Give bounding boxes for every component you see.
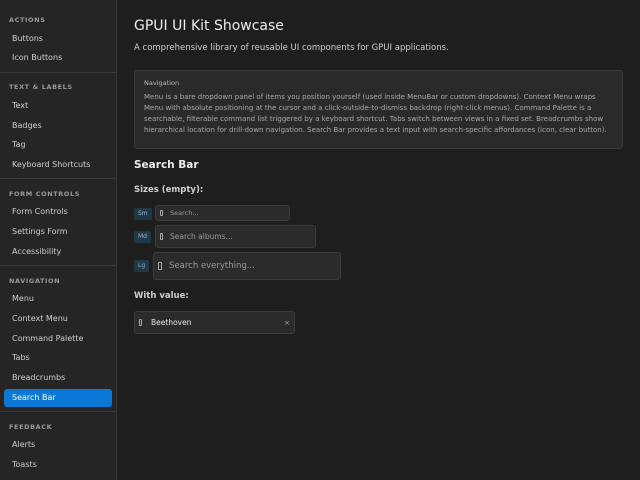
sidebar-item-alerts[interactable]: Alerts xyxy=(4,436,112,454)
size-badge-lg: Lg xyxy=(134,260,150,272)
search-icon xyxy=(160,210,163,216)
sidebar-divider xyxy=(0,411,116,412)
search-input-md[interactable]: Search albums... xyxy=(155,225,316,248)
search-placeholder: Search... xyxy=(170,209,199,217)
search-input-with-value[interactable]: Beethoven × xyxy=(134,311,295,334)
search-placeholder: Search everything... xyxy=(169,261,255,271)
size-badge-sm: Sm xyxy=(134,208,152,220)
section-label-text-labels: TEXT & LABELS xyxy=(9,83,73,91)
size-badge-md: Md xyxy=(134,231,151,243)
sidebar-divider xyxy=(0,265,116,266)
sidebar-item-badges[interactable]: Badges xyxy=(4,117,112,135)
search-input-sm[interactable]: Search... xyxy=(155,205,290,221)
search-value: Beethoven xyxy=(151,318,192,327)
search-icon xyxy=(139,319,142,326)
with-value-heading: With value: xyxy=(134,291,189,301)
clear-icon[interactable]: × xyxy=(284,319,290,327)
search-icon xyxy=(158,262,162,270)
sidebar-item-command-palette[interactable]: Command Palette xyxy=(4,330,112,348)
info-text: Menu is a bare dropdown panel of items y… xyxy=(144,93,607,134)
sidebar-item-menu[interactable]: Menu xyxy=(4,290,112,308)
section-label-feedback: FEEDBACK xyxy=(9,423,53,431)
navigation-info-box: Navigation Menu is a bare dropdown panel… xyxy=(134,70,623,149)
sidebar-item-tag[interactable]: Tag xyxy=(4,136,112,154)
sidebar-divider xyxy=(0,72,116,73)
section-label-navigation: NAVIGATION xyxy=(9,277,61,285)
sidebar-item-tabs[interactable]: Tabs xyxy=(4,349,112,367)
page-subtitle: A comprehensive library of reusable UI c… xyxy=(134,43,449,53)
sidebar-item-text[interactable]: Text xyxy=(4,97,112,115)
search-input-lg[interactable]: Search everything... xyxy=(153,252,341,280)
sidebar-item-settings-form[interactable]: Settings Form xyxy=(4,223,112,241)
section-label-form-controls: FORM CONTROLS xyxy=(9,190,81,198)
sidebar-divider xyxy=(0,178,116,179)
sidebar-item-icon-buttons[interactable]: Icon Buttons xyxy=(4,49,112,67)
sidebar-item-form-controls[interactable]: Form Controls xyxy=(4,203,112,221)
section-title: Search Bar xyxy=(134,159,199,171)
page-title: GPUI UI Kit Showcase xyxy=(134,18,284,34)
sizes-heading: Sizes (empty): xyxy=(134,185,204,195)
sidebar-item-context-menu[interactable]: Context Menu xyxy=(4,310,112,328)
search-placeholder: Search albums... xyxy=(170,232,233,241)
sidebar: ACTIONS Buttons Icon Buttons TEXT & LABE… xyxy=(0,0,117,480)
section-label-actions: ACTIONS xyxy=(9,16,46,24)
sidebar-item-accessibility[interactable]: Accessibility xyxy=(4,243,112,261)
sidebar-item-buttons[interactable]: Buttons xyxy=(4,30,112,48)
search-icon xyxy=(160,233,163,240)
sidebar-item-search-bar[interactable]: Search Bar xyxy=(4,389,112,407)
sidebar-item-breadcrumbs[interactable]: Breadcrumbs xyxy=(4,369,112,387)
sidebar-item-toasts[interactable]: Toasts xyxy=(4,456,112,474)
sidebar-item-keyboard-shortcuts[interactable]: Keyboard Shortcuts xyxy=(4,156,112,174)
info-title: Navigation xyxy=(144,79,180,87)
main-content: GPUI UI Kit Showcase A comprehensive lib… xyxy=(118,0,640,480)
